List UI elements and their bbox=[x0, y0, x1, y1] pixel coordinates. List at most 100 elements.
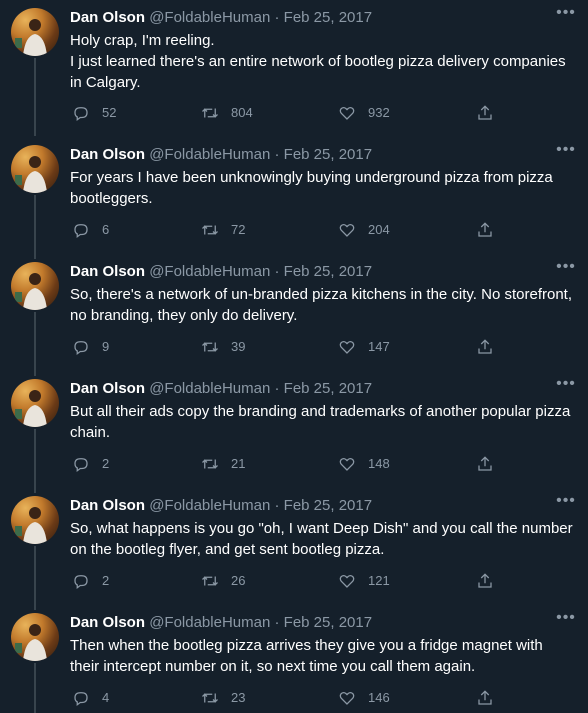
tweet-actions: 6 72 204 bbox=[70, 219, 510, 241]
author-handle[interactable]: @FoldableHuman bbox=[149, 380, 270, 397]
heart-icon bbox=[339, 458, 355, 471]
reply-button[interactable]: 2 bbox=[72, 453, 109, 475]
like-count: 146 bbox=[368, 690, 390, 705]
tweet[interactable]: Dan Olson @FoldableHuman · Feb 25, 2017 … bbox=[0, 605, 588, 713]
author-name[interactable]: Dan Olson bbox=[70, 614, 145, 631]
tweet-actions: 9 39 147 bbox=[70, 336, 510, 358]
reply-icon bbox=[74, 458, 88, 473]
share-icon bbox=[478, 456, 492, 471]
avatar[interactable] bbox=[11, 262, 59, 310]
retweet-button[interactable]: 23 bbox=[201, 687, 245, 709]
tweet[interactable]: Dan Olson @FoldableHuman · Feb 25, 2017 … bbox=[0, 488, 588, 610]
like-button[interactable]: 148 bbox=[338, 453, 390, 475]
reply-button[interactable]: 2 bbox=[72, 570, 109, 592]
like-button[interactable]: 121 bbox=[338, 570, 390, 592]
like-count: 121 bbox=[368, 573, 390, 588]
thread-connector-line bbox=[34, 663, 36, 713]
avatar[interactable] bbox=[11, 8, 59, 56]
like-button[interactable]: 146 bbox=[338, 687, 390, 709]
like-button[interactable]: 204 bbox=[338, 219, 390, 241]
avatar[interactable] bbox=[11, 613, 59, 661]
share-button[interactable] bbox=[476, 336, 494, 358]
separator-dot: · bbox=[274, 146, 280, 163]
reply-button[interactable]: 52 bbox=[72, 102, 116, 124]
tweet-text: For years I have been unknowingly buying… bbox=[70, 169, 557, 207]
more-options-icon[interactable]: ••• bbox=[556, 259, 576, 280]
author-name[interactable]: Dan Olson bbox=[70, 263, 145, 280]
retweet-button[interactable]: 804 bbox=[201, 102, 253, 124]
author-handle[interactable]: @FoldableHuman bbox=[149, 614, 270, 631]
more-options-icon[interactable]: ••• bbox=[556, 376, 576, 397]
tweet[interactable]: Dan Olson @FoldableHuman · Feb 25, 2017 … bbox=[0, 254, 588, 376]
more-options-icon[interactable]: ••• bbox=[556, 142, 576, 163]
retweet-count: 804 bbox=[231, 105, 253, 120]
tweet-date[interactable]: Feb 25, 2017 bbox=[284, 497, 372, 514]
more-options-icon[interactable]: ••• bbox=[556, 493, 576, 514]
share-button[interactable] bbox=[476, 219, 494, 241]
author-name[interactable]: Dan Olson bbox=[70, 146, 145, 163]
tweet-text: But all their ads copy the branding and … bbox=[70, 403, 575, 441]
reply-button[interactable]: 4 bbox=[72, 687, 109, 709]
separator-dot: · bbox=[274, 9, 280, 26]
reply-icon bbox=[74, 341, 88, 356]
reply-count: 9 bbox=[102, 339, 110, 354]
tweet-header: Dan Olson @FoldableHuman · Feb 25, 2017 bbox=[70, 496, 574, 516]
retweet-button[interactable]: 21 bbox=[201, 453, 245, 475]
avatar[interactable] bbox=[11, 496, 59, 544]
tweet-text: Then when the bootleg pizza arrives they… bbox=[70, 637, 547, 675]
reply-icon bbox=[74, 575, 88, 590]
tweet-date[interactable]: Feb 25, 2017 bbox=[284, 614, 372, 631]
retweet-button[interactable]: 26 bbox=[201, 570, 245, 592]
heart-icon bbox=[339, 107, 355, 120]
like-button[interactable]: 147 bbox=[338, 336, 390, 358]
tweet-date[interactable]: Feb 25, 2017 bbox=[284, 9, 372, 26]
tweet-header: Dan Olson @FoldableHuman · Feb 25, 2017 bbox=[70, 262, 574, 282]
author-handle[interactable]: @FoldableHuman bbox=[149, 497, 270, 514]
tweet-actions: 4 23 146 bbox=[70, 687, 510, 709]
share-button[interactable] bbox=[476, 453, 494, 475]
thread-connector-line bbox=[34, 312, 36, 376]
share-button[interactable] bbox=[476, 102, 494, 124]
retweet-icon bbox=[202, 693, 218, 703]
reply-button[interactable]: 6 bbox=[72, 219, 109, 241]
share-button[interactable] bbox=[476, 687, 494, 709]
tweet-thread: Dan Olson @FoldableHuman · Feb 25, 2017 … bbox=[0, 0, 588, 713]
author-handle[interactable]: @FoldableHuman bbox=[149, 263, 270, 280]
author-name[interactable]: Dan Olson bbox=[70, 9, 145, 26]
tweet-header: Dan Olson @FoldableHuman · Feb 25, 2017 bbox=[70, 613, 574, 633]
more-options-icon[interactable]: ••• bbox=[556, 610, 576, 631]
reply-icon bbox=[74, 692, 88, 707]
heart-icon bbox=[339, 692, 355, 705]
retweet-icon bbox=[202, 459, 218, 469]
retweet-icon bbox=[202, 225, 218, 235]
tweet[interactable]: Dan Olson @FoldableHuman · Feb 25, 2017 … bbox=[0, 371, 588, 493]
tweet-date[interactable]: Feb 25, 2017 bbox=[284, 146, 372, 163]
author-handle[interactable]: @FoldableHuman bbox=[149, 9, 270, 26]
tweet[interactable]: Dan Olson @FoldableHuman · Feb 25, 2017 … bbox=[0, 116, 588, 259]
author-name[interactable]: Dan Olson bbox=[70, 380, 145, 397]
author-name[interactable]: Dan Olson bbox=[70, 497, 145, 514]
retweet-button[interactable]: 39 bbox=[201, 336, 245, 358]
tweet-date[interactable]: Feb 25, 2017 bbox=[284, 263, 372, 280]
like-count: 147 bbox=[368, 339, 390, 354]
retweet-count: 26 bbox=[231, 573, 246, 588]
share-button[interactable] bbox=[476, 570, 494, 592]
thread-connector-line bbox=[34, 58, 36, 120]
reply-count: 2 bbox=[102, 456, 110, 471]
tweet-text: So, what happens is you go "oh, I want D… bbox=[70, 520, 577, 558]
retweet-button[interactable]: 72 bbox=[201, 219, 245, 241]
tweet-date[interactable]: Feb 25, 2017 bbox=[284, 380, 372, 397]
separator-dot: · bbox=[274, 497, 280, 514]
retweet-count: 39 bbox=[231, 339, 246, 354]
avatar[interactable] bbox=[11, 379, 59, 427]
more-options-icon[interactable]: ••• bbox=[556, 5, 576, 26]
author-handle[interactable]: @FoldableHuman bbox=[149, 146, 270, 163]
tweet[interactable]: Dan Olson @FoldableHuman · Feb 25, 2017 … bbox=[0, 0, 588, 122]
like-button[interactable]: 932 bbox=[338, 102, 390, 124]
reply-button[interactable]: 9 bbox=[72, 336, 109, 358]
avatar[interactable] bbox=[11, 145, 59, 193]
retweet-icon bbox=[202, 576, 218, 586]
like-count: 932 bbox=[368, 105, 390, 120]
thread-connector-line bbox=[34, 195, 36, 259]
thread-connector-line bbox=[34, 429, 36, 493]
